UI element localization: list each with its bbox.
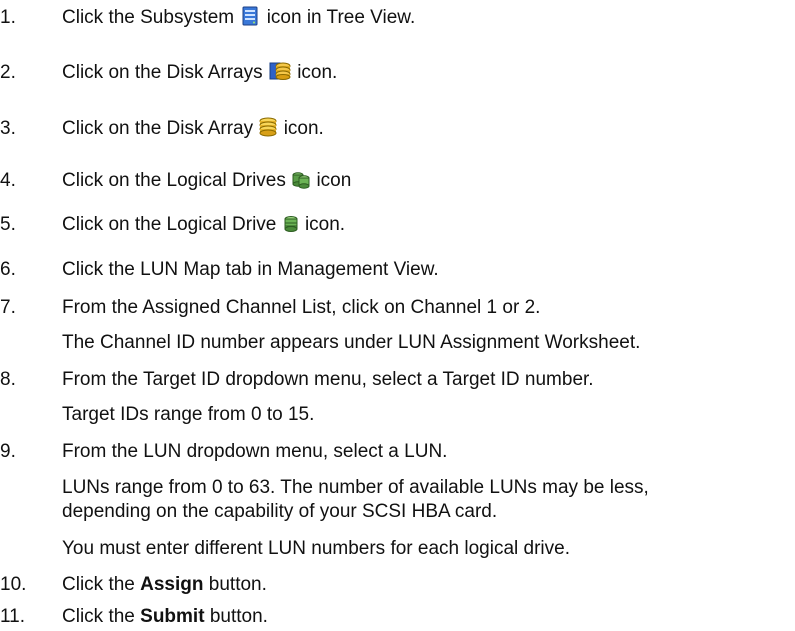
submit-button-label: Submit xyxy=(140,606,205,627)
step-text: Click on the Disk Arrays icon. xyxy=(62,61,792,87)
step-9-note-2: You must enter different LUN numbers for… xyxy=(62,538,570,559)
step-text: Click on the Disk Array icon. xyxy=(62,117,792,143)
step-text-before: Click on the Disk Arrays xyxy=(62,62,263,83)
assign-button-label: Assign xyxy=(140,574,204,595)
subsystem-icon xyxy=(240,6,260,32)
step-9-note-line-2: depending on the capability of your SCSI… xyxy=(62,501,498,522)
logical-drive-icon xyxy=(283,215,299,239)
step-text: Click on the Logical Drives icon xyxy=(62,169,792,195)
step-text-after: button. xyxy=(208,574,267,595)
step-7-note: The Channel ID number appears under LUN … xyxy=(62,332,641,353)
step-number: 9. xyxy=(0,441,16,462)
step-text-after: icon. xyxy=(297,62,338,83)
step-text: Click the LUN Map tab in Management View… xyxy=(62,259,439,280)
step-text-before: Click the xyxy=(62,574,135,595)
disk-array-icon xyxy=(259,117,277,143)
logical-drives-icon xyxy=(292,171,310,195)
step-number: 6. xyxy=(0,259,16,280)
step-text-before: Click the xyxy=(62,606,135,627)
step-text-before: Click on the Logical Drive xyxy=(62,214,277,235)
step-number: 10. xyxy=(0,574,27,595)
step-text-after: icon xyxy=(316,170,352,191)
step-number: 5. xyxy=(0,214,16,235)
step-text-before: Click on the Disk Array xyxy=(62,118,254,139)
step-text: From the Target ID dropdown menu, select… xyxy=(62,369,594,390)
step-text-after: icon. xyxy=(283,118,324,139)
step-text: Click the Assign button. xyxy=(62,573,792,596)
step-text: From the Assigned Channel List, click on… xyxy=(62,297,541,318)
step-text: Click on the Logical Drive icon. xyxy=(62,213,792,239)
step-text-before: Click the Subsystem xyxy=(62,7,235,28)
step-text: Click the Submit button. xyxy=(62,605,792,628)
step-number: 11. xyxy=(0,606,26,627)
step-text-after: button. xyxy=(209,606,268,627)
step-text: Click the Subsystem icon in Tree View. xyxy=(62,6,792,32)
step-number: 2. xyxy=(0,62,16,83)
step-9-note-line-1: LUNs range from 0 to 63. The number of a… xyxy=(62,477,649,498)
step-text: From the LUN dropdown menu, select a LUN… xyxy=(62,441,448,462)
step-number: 3. xyxy=(0,118,16,139)
step-number: 4. xyxy=(0,170,16,191)
step-number: 7. xyxy=(0,297,16,318)
step-number: 1. xyxy=(0,7,16,28)
step-text-after: icon in Tree View. xyxy=(266,7,416,28)
disk-arrays-icon xyxy=(269,61,291,87)
step-8-note: Target IDs range from 0 to 15. xyxy=(62,404,315,425)
step-text-after: icon. xyxy=(304,214,346,235)
step-number: 8. xyxy=(0,369,16,390)
step-text-before: Click on the Logical Drives xyxy=(62,170,286,191)
